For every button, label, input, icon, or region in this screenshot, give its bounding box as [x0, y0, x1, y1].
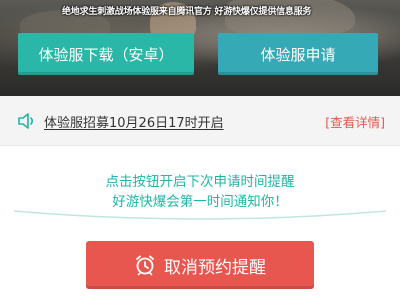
cancel-reminder-label: 取消预约提醒	[164, 257, 266, 278]
hero-banner: 绝地求生刺激战场体验服来自腾讯官方 好游快爆仅提供信息服务 体验服下载（安卓） …	[0, 0, 400, 96]
apply-button[interactable]: 体验服申请	[218, 33, 378, 75]
curved-divider	[14, 210, 386, 220]
recruitment-notice[interactable]: 体验服招募10月26日17时开启	[44, 112, 224, 131]
reminder-text-line1: 点击按钮开启下次申请时间提醒	[105, 174, 295, 190]
download-button[interactable]: 体验服下载（安卓）	[18, 33, 194, 75]
download-button-label: 体验服下载（安卓）	[38, 45, 174, 64]
apply-button-label: 体验服申请	[260, 45, 336, 64]
notice-bar: 体验服招募10月26日17时开启 [查看详情]	[0, 96, 400, 146]
hero-tagline: 绝地求生刺激战场体验服来自腾讯官方 好游快爆仅提供信息服务	[62, 7, 312, 17]
alarm-clock-icon	[136, 255, 154, 276]
cancel-reminder-button[interactable]: 取消预约提醒	[86, 241, 314, 289]
view-details-link[interactable]: [查看详情]	[325, 112, 385, 131]
speaker-icon	[18, 113, 34, 129]
